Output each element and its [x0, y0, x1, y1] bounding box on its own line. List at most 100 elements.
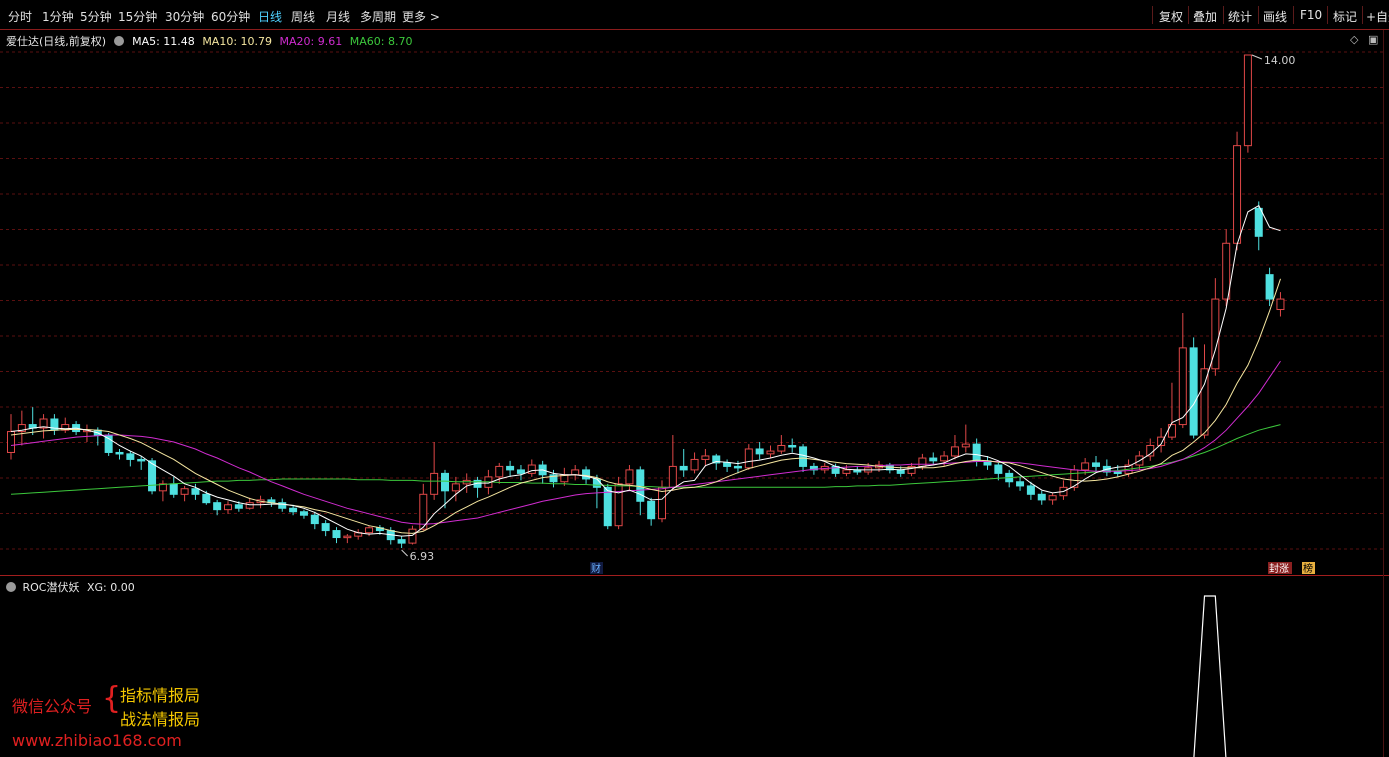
candle-body: [777, 444, 786, 452]
candle-body: [1016, 481, 1025, 487]
candle-body: [918, 457, 927, 467]
candle-body: [365, 527, 374, 534]
draw-button[interactable]: 画线: [1263, 8, 1287, 25]
ma20-line: [10, 360, 1281, 525]
candle-body: [441, 472, 449, 492]
candle-body: [451, 483, 460, 492]
ma10-line: [10, 278, 1281, 534]
candle-body: [527, 464, 536, 474]
roc-signal-line: [1193, 595, 1227, 757]
candle-body: [701, 455, 710, 460]
period-tab-30min[interactable]: 30分钟: [165, 8, 204, 25]
limit-up-tag-text: 封涨: [1269, 562, 1289, 575]
ma60-line: [10, 424, 1281, 495]
stats-button[interactable]: 统计: [1228, 8, 1252, 25]
candle-body: [495, 465, 504, 478]
candle-body: [690, 458, 699, 471]
high-price-label: 14.00: [1264, 54, 1296, 67]
candle-body: [137, 458, 146, 462]
candle-body: [408, 528, 417, 544]
candle-body: [1189, 347, 1198, 436]
watermark-brace: {: [102, 681, 122, 716]
candle-body: [636, 469, 645, 502]
finance-tag: 财: [590, 562, 603, 575]
add-watchlist-button[interactable]: +自选: [1366, 8, 1389, 25]
right-border: [1383, 30, 1384, 757]
candle-body: [1276, 298, 1285, 311]
candle-body: [343, 535, 352, 539]
candle-body: [506, 465, 515, 471]
candle-body: [1222, 242, 1231, 300]
candle-body: [571, 469, 580, 476]
f10-button[interactable]: F10: [1300, 8, 1322, 22]
candle-body: [213, 502, 222, 511]
candle-body: [1265, 274, 1274, 300]
candle-body: [994, 464, 1003, 474]
candle-body: [592, 478, 601, 488]
indicator-chart: [1193, 595, 1227, 757]
period-tab-weekly[interactable]: 周线: [291, 8, 315, 25]
candle-body: [1178, 347, 1187, 426]
period-tab-60min[interactable]: 60分钟: [211, 8, 250, 25]
candle-body: [940, 455, 949, 462]
candle-body: [679, 465, 688, 471]
toolbar-divider: [1362, 6, 1363, 24]
finance-tag-text: 财: [591, 562, 601, 575]
period-tab-more[interactable]: 更多 >: [402, 8, 440, 25]
candle-body: [723, 462, 732, 467]
candle-body: [896, 469, 905, 474]
candle-body: [299, 511, 308, 516]
toolbar-divider: [1293, 6, 1294, 24]
candle-body: [332, 530, 341, 539]
watermark-url: www.zhibiao168.com: [12, 731, 182, 750]
low-pointer: [401, 549, 408, 557]
toolbar-divider: [1327, 6, 1328, 24]
candle-body: [668, 465, 677, 488]
candle-body: [180, 488, 189, 495]
period-tab-monthly[interactable]: 月线: [326, 8, 350, 25]
candle-body: [310, 514, 319, 525]
candle-body: [972, 443, 981, 462]
candle-body: [625, 469, 634, 485]
candle-body: [929, 457, 938, 462]
low-price-label: 6.93: [410, 550, 435, 563]
candle-body: [1254, 207, 1263, 237]
period-tab-15min[interactable]: 15分钟: [118, 8, 157, 25]
adjust-button[interactable]: 复权: [1159, 8, 1183, 25]
candle-body: [658, 486, 666, 520]
candle-body: [744, 448, 753, 469]
candle-body: [582, 469, 591, 480]
candle-body: [614, 483, 623, 527]
board-tag-text: 榜: [1303, 562, 1313, 575]
candle-body: [115, 451, 124, 455]
candle-body: [321, 523, 330, 532]
watermark-name2: 战法情报局: [120, 710, 201, 729]
board-tag: 榜: [1302, 562, 1315, 575]
period-tab-5min[interactable]: 5分钟: [80, 8, 112, 25]
candle-body: [733, 465, 742, 469]
candle-body: [1233, 145, 1242, 244]
watermark-wechat: 微信公众号: [12, 697, 93, 716]
watermark-name1: 指标情报局: [120, 686, 201, 705]
high-pointer: [1251, 54, 1263, 60]
toolbar-divider: [1258, 6, 1259, 24]
period-tab-daily[interactable]: 日线: [258, 8, 282, 25]
mark-button[interactable]: 标记: [1333, 8, 1357, 25]
candle-body: [1243, 54, 1252, 147]
candle-body: [126, 453, 135, 460]
toolbar-divider: [1188, 6, 1189, 24]
period-tab-intraday[interactable]: 分时: [8, 8, 32, 25]
candle-body: [788, 444, 797, 448]
overlay-button[interactable]: 叠加: [1193, 8, 1217, 25]
period-tab-1min[interactable]: 1分钟: [42, 8, 74, 25]
candle-body: [224, 504, 232, 511]
candle-body: [234, 504, 243, 509]
candle-body: [1092, 462, 1100, 467]
candle-body: [1200, 368, 1209, 436]
candle-body: [516, 469, 525, 474]
candle-body: [842, 469, 851, 474]
candle-body: [647, 500, 656, 520]
period-tab-multi[interactable]: 多周期: [360, 8, 396, 25]
candle-body: [397, 539, 406, 544]
candle-body: [755, 448, 764, 455]
